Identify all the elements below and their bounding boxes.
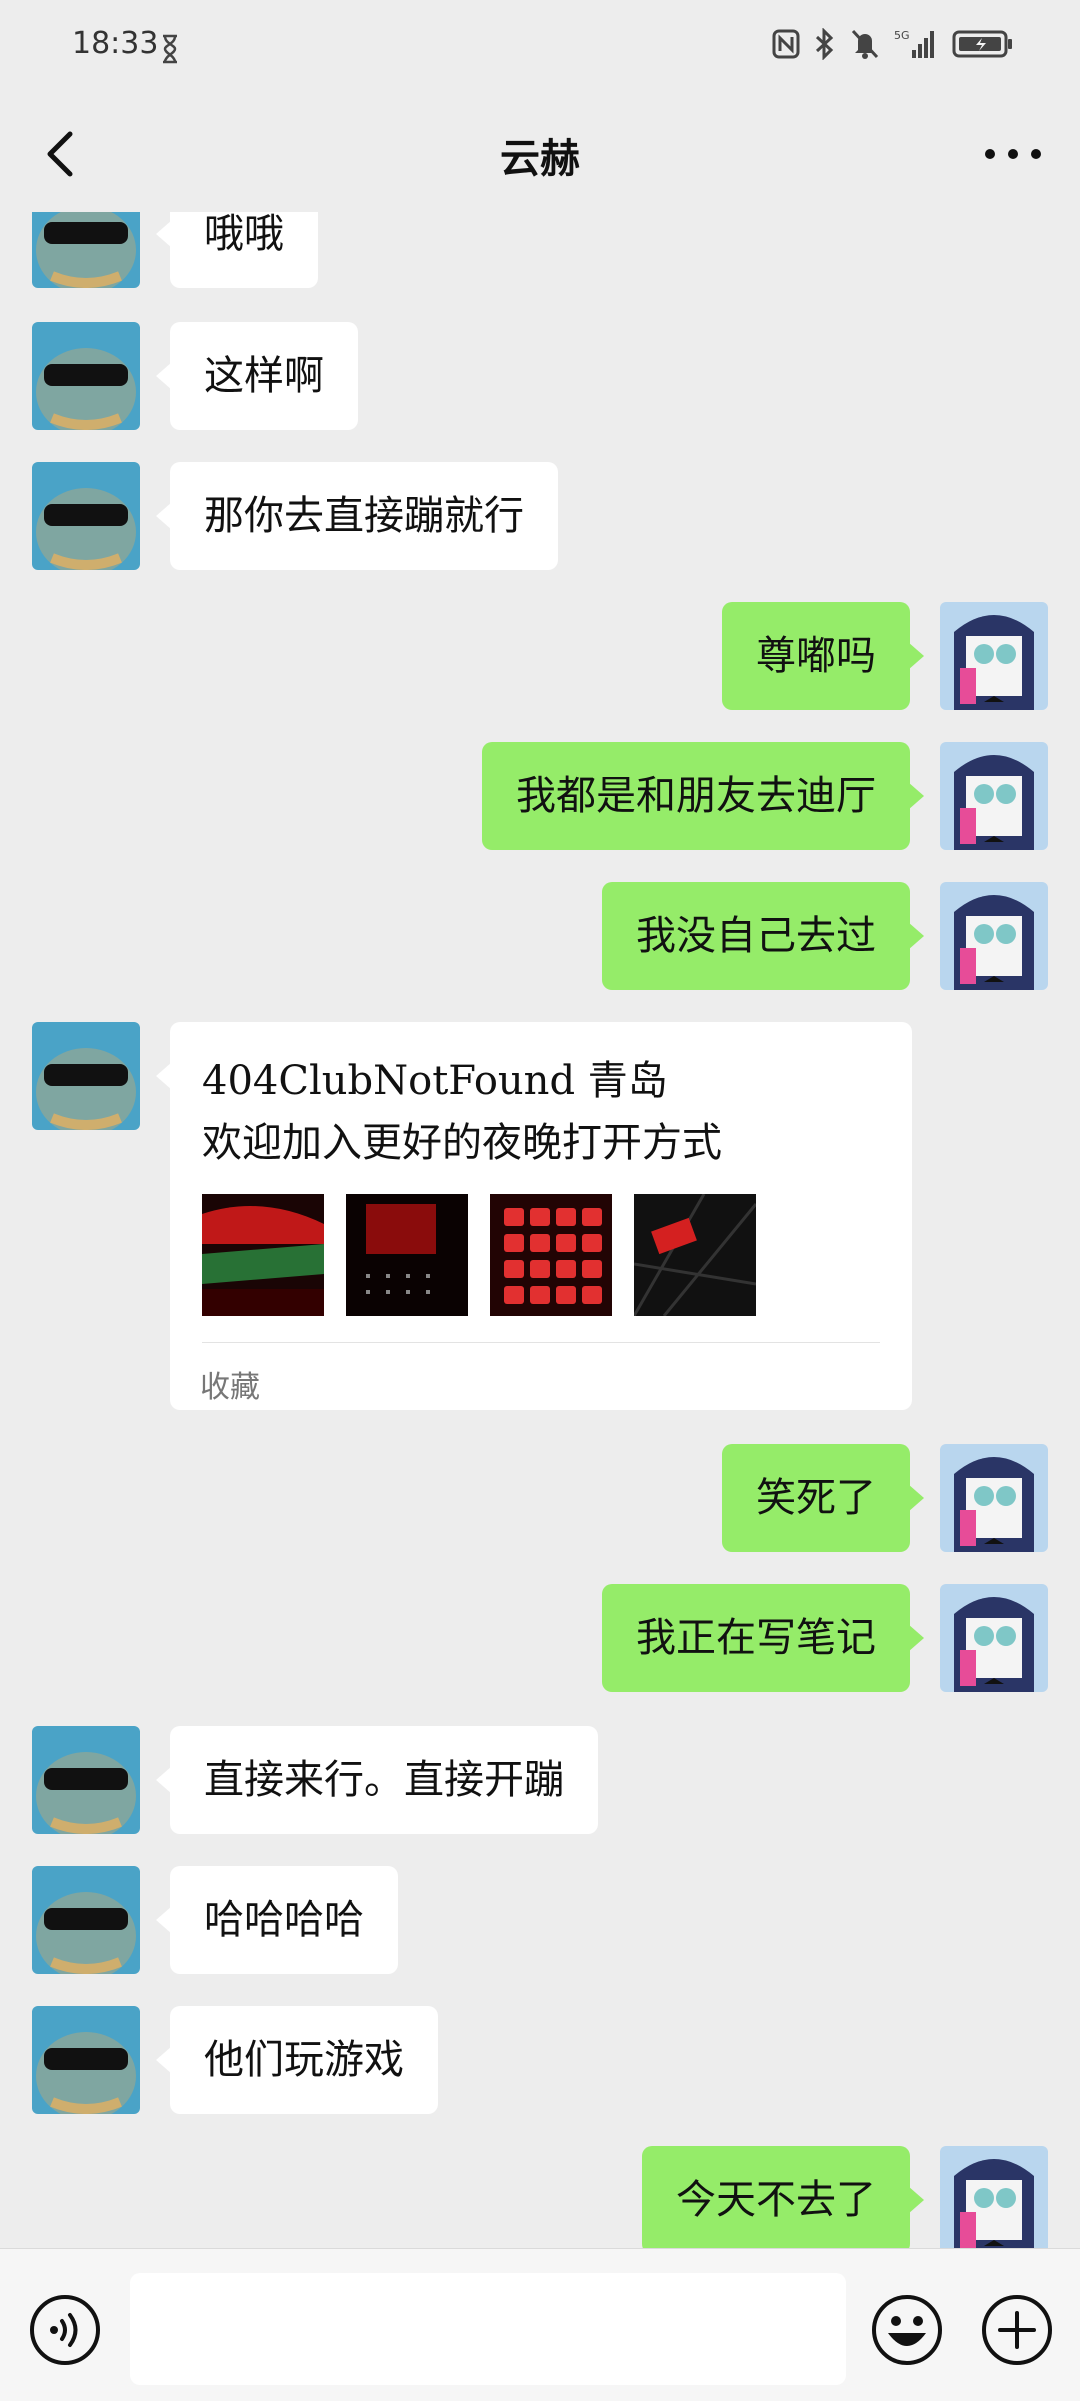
voice-input-icon[interactable] [28, 2293, 102, 2367]
message-bubble[interactable]: 直接来行。直接开蹦 [156, 1726, 598, 1834]
contact-avatar[interactable] [32, 212, 140, 288]
favorite-card[interactable]: 404ClubNotFound 青岛 欢迎加入更好的夜晚打开方式 收藏 [156, 1022, 912, 1410]
message-bubble[interactable]: 我都是和朋友去迪厅 [482, 742, 924, 850]
bluetooth-icon [814, 27, 836, 64]
emoji-icon[interactable] [870, 2293, 944, 2367]
message-bubble[interactable]: 今天不去了 [642, 2146, 924, 2248]
status-icons: 5G [772, 27, 1014, 64]
contact-avatar[interactable] [32, 1726, 140, 1834]
battery-icon [952, 28, 1014, 64]
my-avatar[interactable] [940, 882, 1048, 990]
more-options-icon[interactable] [980, 126, 1046, 182]
my-avatar[interactable] [940, 1444, 1048, 1552]
thumbnail-image[interactable] [202, 1194, 324, 1316]
contact-avatar[interactable] [32, 2006, 140, 2114]
thumbnail-image[interactable] [346, 1194, 468, 1316]
card-description: 欢迎加入更好的夜晚打开方式 [202, 1120, 722, 1166]
thumbnail-image[interactable] [634, 1194, 756, 1316]
message-bubble[interactable]: 这样啊 [156, 322, 358, 430]
contact-avatar[interactable] [32, 322, 140, 430]
message-bubble[interactable]: 他们玩游戏 [156, 2006, 438, 2114]
my-avatar[interactable] [940, 602, 1048, 710]
more-functions-icon[interactable] [980, 2293, 1054, 2367]
message-bubble[interactable]: 哈哈哈哈 [156, 1866, 398, 1974]
card-source-label: 收藏 [200, 1370, 260, 1405]
message-list[interactable]: 哦哦 这样啊 那你去直接蹦就行 尊嘟吗 我都是和朋友去迪厅 我没自己去过 404… [0, 212, 1080, 2248]
svg-text:5G: 5G [894, 29, 910, 42]
contact-avatar[interactable] [32, 462, 140, 570]
chat-header: 云赫 [0, 96, 1080, 212]
message-bubble[interactable]: 尊嘟吗 [722, 602, 924, 710]
input-bar [0, 2248, 1080, 2401]
nfc-icon [772, 29, 800, 63]
thumbnail-image[interactable] [490, 1194, 612, 1316]
chat-title: 云赫 [500, 136, 580, 182]
message-bubble[interactable]: 哦哦 [156, 212, 318, 288]
status-bar: 18:33 5G [0, 0, 1080, 96]
contact-avatar[interactable] [32, 1866, 140, 1974]
my-avatar[interactable] [940, 1584, 1048, 1692]
message-bubble[interactable]: 我没自己去过 [602, 882, 924, 990]
message-bubble[interactable]: 我正在写笔记 [602, 1584, 924, 1692]
my-avatar[interactable] [940, 742, 1048, 850]
card-divider [202, 1342, 880, 1343]
signal-icon: 5G [894, 28, 938, 64]
my-avatar[interactable] [940, 2146, 1048, 2248]
message-bubble[interactable]: 笑死了 [722, 1444, 924, 1552]
card-thumbnails [202, 1194, 756, 1316]
message-input[interactable] [130, 2273, 846, 2385]
mute-icon [850, 28, 880, 64]
card-title: 404ClubNotFound 青岛 [202, 1058, 668, 1104]
status-time: 18:33 [72, 26, 159, 61]
hourglass-icon [163, 34, 177, 64]
message-bubble[interactable]: 那你去直接蹦就行 [156, 462, 558, 570]
contact-avatar[interactable] [32, 1022, 140, 1130]
